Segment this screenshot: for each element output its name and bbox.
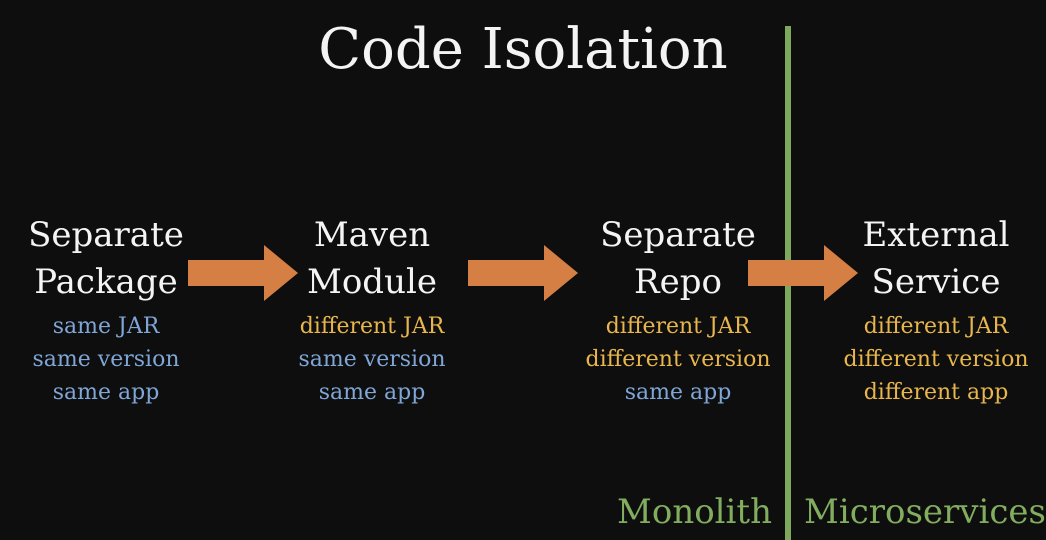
slide-title: Code Isolation — [318, 17, 728, 82]
zone-label-microservices: Microservices — [804, 492, 1046, 532]
arrow-shape — [468, 245, 578, 301]
arrow-right-icon — [468, 245, 578, 301]
property-app: different app — [863, 380, 1009, 405]
stage-properties: different JAR different version same app — [568, 310, 788, 409]
stage-title-line-1: External — [862, 215, 1010, 255]
stage-properties: different JAR different version differen… — [826, 310, 1046, 409]
stage-separate-package: Separate Package same JAR same version s… — [0, 212, 216, 409]
stage-title-line-2: Service — [871, 262, 1001, 302]
property-version: different version — [585, 347, 771, 372]
stage-maven-module: Maven Module different JAR same version … — [262, 212, 482, 409]
zone-label-monolith: Monolith — [617, 492, 772, 532]
stage-title-line-2: Module — [307, 262, 437, 302]
stage-title: External Service — [826, 212, 1046, 306]
property-app: same app — [624, 380, 732, 405]
property-version: same version — [32, 347, 180, 372]
property-jar: different JAR — [863, 314, 1009, 339]
property-version: same version — [298, 347, 446, 372]
stage-properties: different JAR same version same app — [262, 310, 482, 409]
property-jar: same JAR — [52, 314, 160, 339]
stage-external-service: External Service different JAR different… — [826, 212, 1046, 409]
stage-separate-repo: Separate Repo different JAR different ve… — [568, 212, 788, 409]
stage-title-line-2: Package — [34, 262, 178, 302]
stage-title-line-1: Maven — [313, 215, 431, 255]
stage-title: Maven Module — [262, 212, 482, 306]
property-jar: different JAR — [299, 314, 445, 339]
stage-title: Separate Package — [0, 212, 216, 306]
property-jar: different JAR — [605, 314, 751, 339]
property-app: same app — [318, 380, 426, 405]
stage-title-line-1: Separate — [28, 215, 184, 255]
property-version: different version — [843, 347, 1029, 372]
property-app: same app — [52, 380, 160, 405]
stage-properties: same JAR same version same app — [0, 310, 216, 409]
